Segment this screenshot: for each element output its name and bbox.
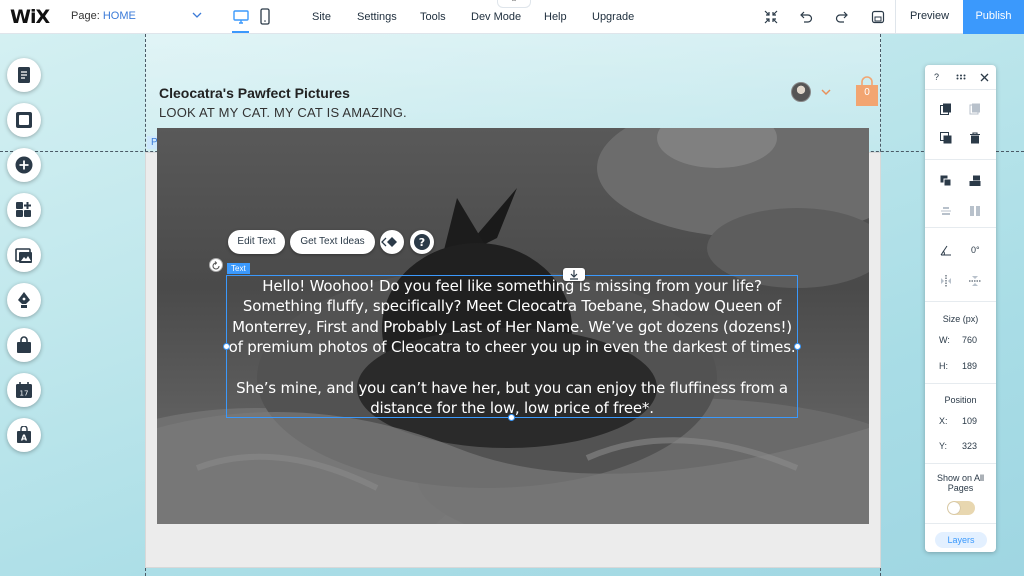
distribute-icon [941, 207, 951, 215]
align-icon[interactable] [969, 175, 981, 187]
media-button[interactable] [7, 238, 41, 272]
panel-help[interactable]: ? [934, 72, 939, 82]
shopping-bag-icon [17, 336, 31, 353]
position-label: Position [944, 395, 977, 405]
undo-icon[interactable] [798, 9, 814, 25]
help-button[interactable]: ? [410, 230, 434, 254]
rotation-value[interactable]: 0° [971, 245, 980, 255]
duplicate-icon[interactable] [940, 132, 952, 144]
size-label: Size (px) [942, 314, 979, 324]
chevron-down-icon[interactable] [821, 88, 831, 96]
svg-text:?: ? [419, 236, 425, 249]
preview-button[interactable]: Preview [896, 0, 963, 34]
pages-icon [18, 67, 30, 83]
add-button[interactable] [7, 148, 41, 182]
desktop-active-indicator [232, 31, 249, 33]
y-value[interactable]: 323 [962, 441, 977, 451]
apps-button[interactable] [7, 193, 41, 227]
calendar-icon: 17 [16, 382, 32, 398]
flip-horizontal-icon[interactable] [940, 275, 952, 287]
flip-vertical-icon[interactable] [969, 275, 981, 287]
page-selector-value: HOME [102, 10, 136, 22]
height-value[interactable]: 189 [962, 361, 977, 371]
zoom-out-icon[interactable] [763, 9, 779, 25]
bookings-button[interactable]: 17 [7, 373, 41, 407]
avatar[interactable] [791, 82, 811, 102]
get-text-ideas-button[interactable]: Get Text Ideas [290, 230, 375, 254]
show-on-all-pages-label: Show on All Pages [936, 473, 985, 493]
chevron-down-icon[interactable] [192, 10, 202, 20]
pages-button[interactable] [7, 58, 41, 92]
mobile-icon[interactable] [258, 8, 272, 26]
background-icon [16, 112, 32, 128]
media-icon [15, 248, 32, 263]
redo-icon[interactable] [834, 9, 850, 25]
fonts-icon: A [17, 426, 31, 443]
x-value[interactable]: 109 [962, 416, 977, 426]
inspector-panel: ? 0° Size (px) W: 760 H: 189 Position X:… [925, 65, 996, 552]
panel-divider [925, 301, 996, 302]
body-text[interactable]: Hello! Woohoo! Do you feel like somethin… [226, 276, 798, 418]
desktop-icon[interactable] [232, 8, 250, 26]
background-button[interactable] [7, 103, 41, 137]
body-paragraph-1: Hello! Woohoo! Do you feel like somethin… [228, 277, 796, 357]
publish-button[interactable]: Publish [963, 0, 1024, 34]
add-icon [15, 156, 33, 174]
animation-icon [381, 237, 397, 247]
match-size-icon [970, 206, 980, 216]
blog-button[interactable] [7, 283, 41, 317]
collapse-topbar-tab[interactable]: ⌃ [497, 0, 531, 8]
rotate-handle[interactable] [209, 258, 223, 272]
y-label: Y: [939, 441, 948, 451]
wix-logo[interactable]: WiX [10, 6, 50, 28]
menu-upgrade[interactable]: Upgrade [592, 11, 634, 23]
svg-text:17: 17 [20, 390, 29, 398]
arrange-icon[interactable] [940, 175, 952, 187]
width-value[interactable]: 760 [962, 335, 977, 345]
pen-nib-icon [18, 292, 30, 308]
fonts-button[interactable]: A [7, 418, 41, 452]
menu-help[interactable]: Help [544, 11, 567, 23]
site-title[interactable]: Cleocatra's Pawfect Pictures [159, 85, 350, 101]
close-icon[interactable] [980, 73, 989, 82]
copy-icon[interactable] [940, 103, 952, 115]
edit-text-button[interactable]: Edit Text [228, 230, 285, 254]
svg-text:A: A [21, 434, 28, 443]
text-element-tag: Text [227, 263, 250, 274]
menu-site[interactable]: Site [312, 11, 331, 23]
panel-divider [925, 227, 996, 228]
paste-icon [969, 103, 980, 115]
page-selector-label: Page: [71, 10, 100, 22]
menu-tools[interactable]: Tools [420, 11, 446, 23]
animation-button[interactable] [380, 230, 404, 254]
rotate-icon [212, 261, 220, 270]
menu-settings[interactable]: Settings [357, 11, 397, 23]
panel-divider [925, 523, 996, 524]
save-icon[interactable] [870, 9, 886, 25]
drag-handle-icon[interactable] [956, 74, 968, 80]
question-icon: ? [414, 234, 430, 250]
width-label: W: [939, 335, 950, 345]
trash-icon[interactable] [969, 132, 981, 144]
show-on-all-pages-toggle[interactable] [947, 501, 975, 515]
site-subtitle[interactable]: LOOK AT MY CAT. MY CAT IS AMAZING. [159, 105, 407, 120]
page-selector[interactable]: Page: HOME [71, 10, 136, 22]
body-paragraph-2: She’s mine, and you can’t have her, but … [236, 378, 788, 418]
layers-button[interactable]: Layers [935, 532, 987, 548]
menu-dev-mode[interactable]: Dev Mode [471, 11, 521, 23]
panel-divider [925, 383, 996, 384]
panel-divider [925, 89, 996, 90]
store-button[interactable] [7, 328, 41, 362]
panel-divider [925, 463, 996, 464]
rotation-angle-icon [940, 245, 951, 256]
panel-divider [925, 159, 996, 160]
height-label: H: [939, 361, 948, 371]
apps-icon [16, 202, 31, 217]
cart-count: 0 [864, 87, 870, 98]
x-label: X: [939, 416, 948, 426]
